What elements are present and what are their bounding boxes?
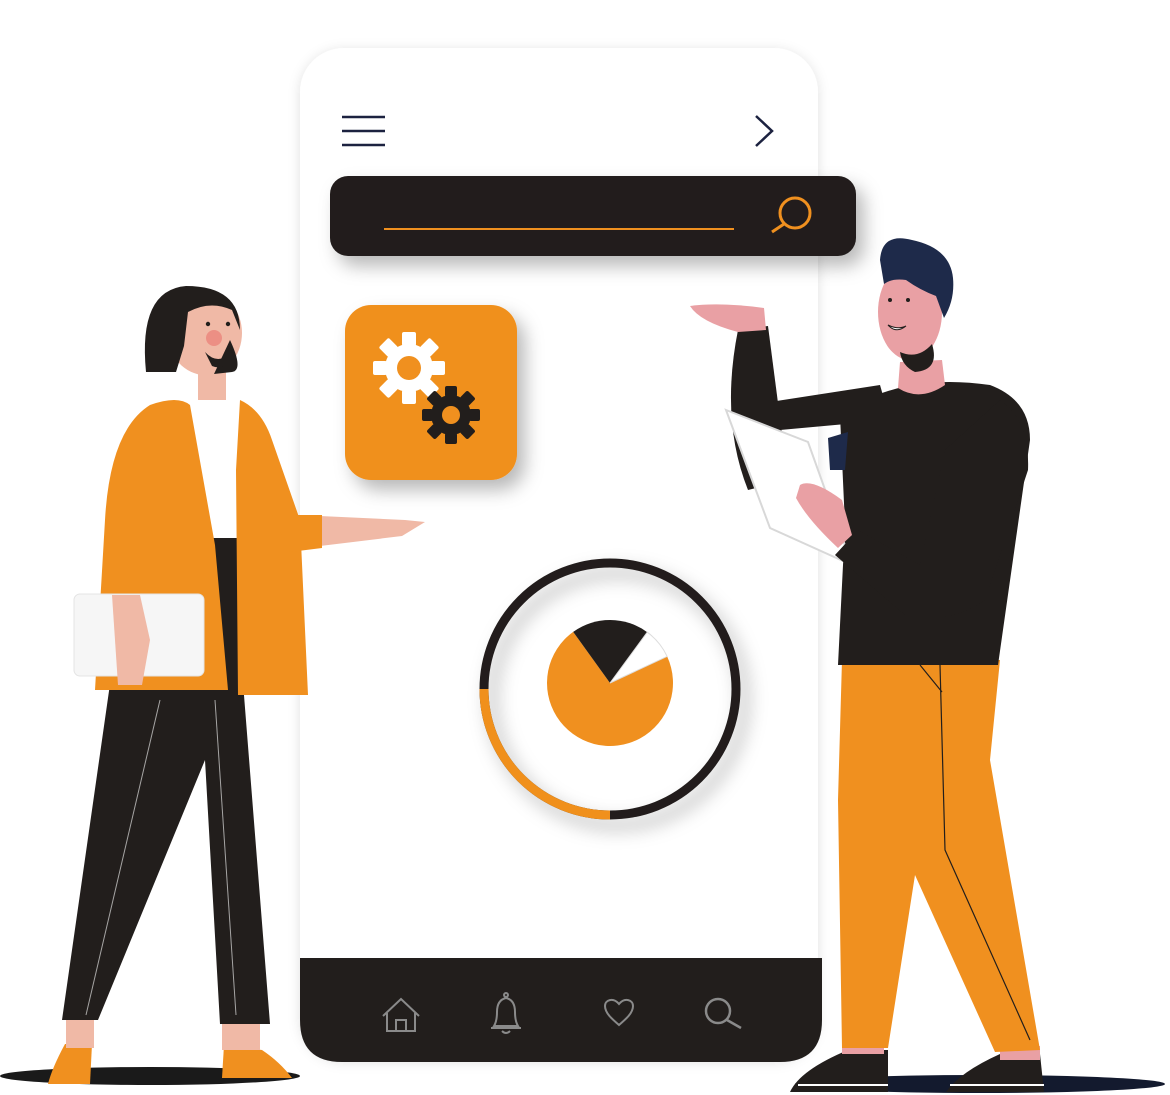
pie-chart — [547, 620, 674, 747]
settings-card[interactable] — [345, 305, 517, 480]
illustration-scene — [0, 48, 1165, 1093]
bottom-nav-bar — [300, 958, 822, 1062]
search-bar[interactable] — [330, 176, 856, 256]
